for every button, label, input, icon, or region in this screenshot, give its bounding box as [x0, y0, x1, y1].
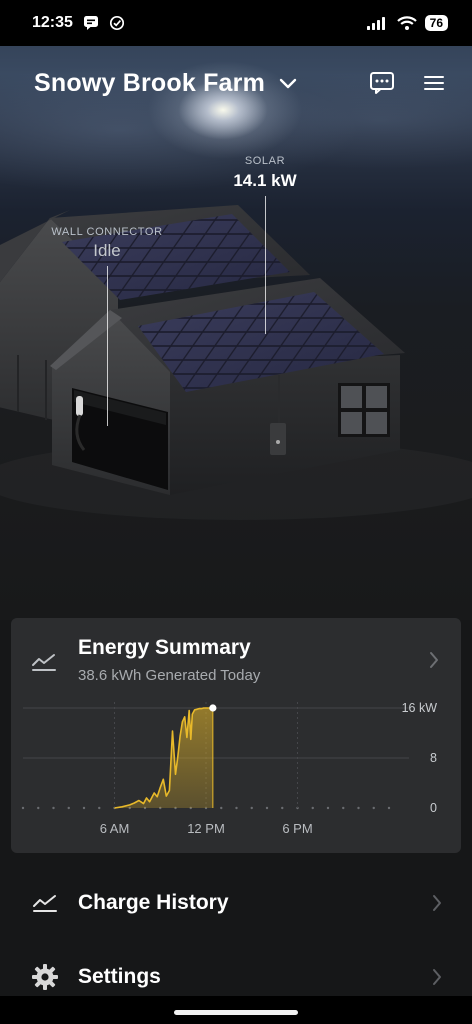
solar-label: SOLAR [244, 155, 286, 167]
baseline-dot [357, 806, 360, 810]
baseline-dot [37, 806, 40, 810]
energy-summary-title: Energy Summary [78, 636, 251, 659]
house-illustration [0, 205, 405, 495]
settings-label: Settings [78, 965, 161, 988]
baseline-dot [67, 806, 70, 810]
baseline-dot [98, 806, 101, 810]
baseline-dot [372, 806, 375, 810]
wall-connector-leader-line [107, 266, 108, 426]
settings-icon-wrap [30, 963, 60, 991]
baseline-dot [220, 806, 223, 810]
charge-history-label: Charge History [78, 891, 229, 914]
baseline-dot [250, 806, 253, 810]
header: Snowy Brook Farm [0, 58, 472, 108]
wall-connector-label: WALL CONNECTOR [51, 226, 163, 238]
energy-summary-card[interactable]: Energy Summary 38.6 kWh Generated Today … [11, 618, 461, 853]
current-value-dot [209, 704, 217, 712]
baseline-dot [281, 806, 284, 810]
y-tick-label: 8 [430, 751, 437, 765]
baseline-dot [387, 806, 391, 810]
charge-history-icon-wrap [30, 893, 60, 913]
chevron-right-icon [430, 652, 438, 668]
wall-connector-status[interactable]: Idle [67, 241, 147, 261]
status-left: 12:35 [32, 14, 125, 32]
gear-icon [32, 964, 58, 990]
baseline-dot [265, 806, 269, 810]
status-right: 76 [366, 15, 448, 31]
solar-leader-line [265, 196, 266, 334]
check-circle-icon [109, 15, 124, 31]
energy-summary-subtitle: 38.6 kWh Generated Today [78, 667, 261, 684]
site-title[interactable]: Snowy Brook Farm [34, 69, 265, 98]
hamburger-menu-icon [424, 76, 444, 90]
baseline-dot [342, 806, 345, 810]
x-tick-label: 6 AM [100, 821, 130, 836]
solar-generation-chart: 0 8 16 kW 6 AM 12 PM 6 PM [21, 701, 438, 836]
wifi-icon [396, 16, 417, 30]
chart-grid [21, 702, 409, 810]
messages-button[interactable] [362, 63, 402, 103]
chart-series [114, 704, 217, 809]
trend-line-icon [33, 895, 57, 912]
chat-bubble-icon [370, 72, 394, 94]
solar-power-value[interactable]: 14.1 kW [205, 171, 325, 191]
baseline-dot [235, 806, 238, 810]
home-indicator[interactable] [174, 1010, 298, 1015]
chevron-right-icon [433, 895, 441, 911]
charge-history-row[interactable]: Charge History [0, 875, 472, 931]
baseline-dot [52, 806, 55, 810]
baseline-dot [82, 806, 86, 810]
status-time: 12:35 [32, 14, 73, 31]
chevron-right-icon [433, 969, 441, 985]
x-tick-label: 6 PM [282, 821, 312, 836]
baseline-dot [311, 806, 314, 810]
message-notification-icon [83, 16, 98, 30]
chevron-down-icon[interactable] [279, 78, 297, 90]
y-tick-label: 16 kW [402, 701, 438, 715]
x-tick-label: 12 PM [187, 821, 225, 836]
menu-button[interactable] [414, 63, 454, 103]
y-tick-label: 0 [430, 801, 437, 815]
baseline-dot [21, 806, 25, 810]
cellular-signal-icon [366, 17, 385, 30]
baseline-dot [326, 806, 330, 810]
trend-line-icon [32, 654, 56, 671]
battery-indicator: 76 [424, 15, 448, 31]
chart-axis-labels: 0 8 16 kW 6 AM 12 PM 6 PM [100, 701, 438, 836]
status-bar: 12:35 76 [0, 0, 472, 46]
